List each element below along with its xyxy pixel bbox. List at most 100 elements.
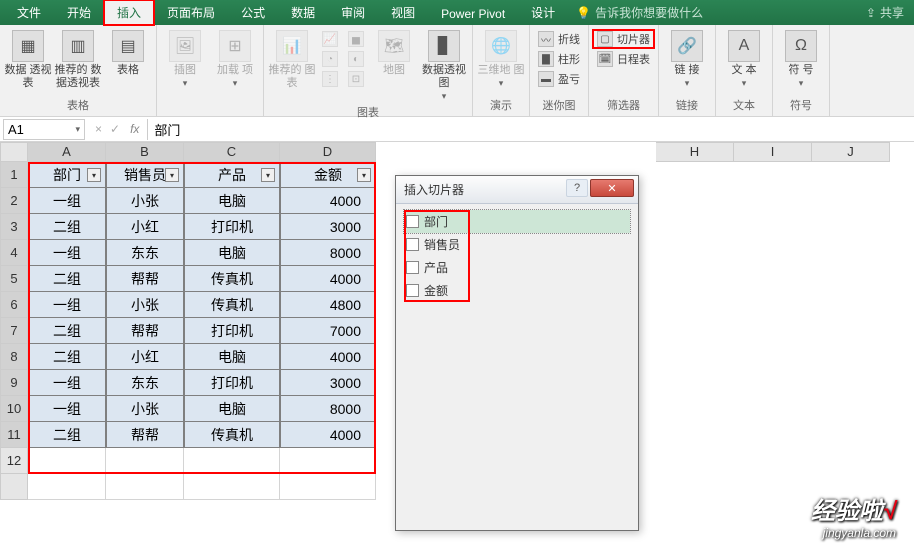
table-cell[interactable]: 8000 [280, 396, 376, 422]
tab-data[interactable]: 数据 [278, 0, 328, 25]
table-cell[interactable]: 帮帮 [106, 318, 184, 344]
table-cell[interactable]: 小红 [106, 344, 184, 370]
recommended-charts-button[interactable]: 📊推荐的 图表 [268, 30, 316, 90]
slicer-button[interactable]: ▢切片器 [593, 30, 654, 48]
col-header-J[interactable]: J [812, 142, 890, 162]
table-cell[interactable]: 电脑 [184, 344, 280, 370]
dialog-help-button[interactable]: ? [566, 179, 588, 197]
table-cell[interactable]: 4000 [280, 344, 376, 370]
row-header[interactable]: 3 [0, 214, 28, 240]
row-header[interactable]: 10 [0, 396, 28, 422]
table-cell[interactable]: 二组 [28, 344, 106, 370]
empty-cell[interactable] [106, 448, 184, 474]
empty-cell[interactable] [28, 448, 106, 474]
tab-powerpivot[interactable]: Power Pivot [428, 3, 518, 25]
tab-file[interactable]: 文件 [4, 0, 54, 25]
col-header-H[interactable]: H [656, 142, 734, 162]
tab-view[interactable]: 视图 [378, 0, 428, 25]
row-header[interactable] [0, 474, 28, 500]
pivotchart-button[interactable]: ▊数据透视图▾ [420, 30, 468, 102]
cancel-icon[interactable]: × [95, 122, 102, 136]
filter-dropdown-icon[interactable]: ▾ [87, 168, 101, 182]
table-cell[interactable]: 电脑 [184, 240, 280, 266]
table-cell[interactable]: 帮帮 [106, 422, 184, 448]
table-cell[interactable]: 8000 [280, 240, 376, 266]
checkbox[interactable] [406, 284, 419, 297]
tab-page-layout[interactable]: 页面布局 [154, 0, 228, 25]
sparkline-column[interactable]: ▇柱形 [534, 50, 584, 68]
table-cell[interactable]: 打印机 [184, 318, 280, 344]
pivottable-button[interactable]: ▦数据 透视表 [4, 30, 52, 90]
table-button[interactable]: ▤表格 [104, 30, 152, 77]
tab-design[interactable]: 设计 [518, 0, 568, 25]
table-cell[interactable]: 小张 [106, 188, 184, 214]
table-cell[interactable]: 3000 [280, 370, 376, 396]
filter-dropdown-icon[interactable]: ▾ [165, 168, 179, 182]
tell-me-search[interactable]: 💡告诉我你想要做什么 [568, 0, 711, 25]
row-header[interactable]: 4 [0, 240, 28, 266]
confirm-icon[interactable]: ✓ [110, 122, 120, 136]
dialog-close-button[interactable]: ✕ [590, 179, 634, 197]
table-cell[interactable]: 东东 [106, 240, 184, 266]
text-button[interactable]: A文 本▾ [720, 30, 768, 89]
empty-cell[interactable] [106, 474, 184, 500]
checkbox[interactable] [406, 238, 419, 251]
empty-cell[interactable] [184, 448, 280, 474]
table-header[interactable]: 金额▾ [280, 162, 376, 188]
empty-cell[interactable] [280, 474, 376, 500]
chart-type-2[interactable]: ◔ [318, 50, 342, 68]
col-header-A[interactable]: A [28, 142, 106, 162]
table-cell[interactable]: 东东 [106, 370, 184, 396]
table-cell[interactable]: 小红 [106, 214, 184, 240]
table-cell[interactable]: 小张 [106, 292, 184, 318]
symbol-button[interactable]: Ω符 号▾ [777, 30, 825, 89]
row-header[interactable]: 6 [0, 292, 28, 318]
empty-cell[interactable] [184, 474, 280, 500]
table-cell[interactable]: 电脑 [184, 188, 280, 214]
table-cell[interactable]: 一组 [28, 188, 106, 214]
table-cell[interactable]: 一组 [28, 292, 106, 318]
slicer-field-item[interactable]: 金额 [404, 279, 630, 302]
row-header[interactable]: 7 [0, 318, 28, 344]
table-cell[interactable]: 传真机 [184, 266, 280, 292]
table-cell[interactable]: 一组 [28, 396, 106, 422]
slicer-field-item[interactable]: 产品 [404, 256, 630, 279]
table-header[interactable]: 产品▾ [184, 162, 280, 188]
table-header[interactable]: 部门▾ [28, 162, 106, 188]
map-button[interactable]: 🗺地图 [370, 30, 418, 77]
tab-insert[interactable]: 插入 [104, 0, 154, 25]
checkbox[interactable] [406, 215, 419, 228]
tab-formulas[interactable]: 公式 [228, 0, 278, 25]
row-header[interactable]: 1 [0, 162, 28, 188]
table-cell[interactable]: 一组 [28, 240, 106, 266]
link-button[interactable]: 🔗链 接▾ [663, 30, 711, 89]
slicer-field-item[interactable]: 部门 [404, 210, 630, 233]
table-cell[interactable]: 打印机 [184, 214, 280, 240]
col-header-D[interactable]: D [280, 142, 376, 162]
empty-cell[interactable] [28, 474, 106, 500]
table-header[interactable]: 销售员▾ [106, 162, 184, 188]
chart-type-4[interactable]: ▅ [344, 30, 368, 48]
chart-type-5[interactable]: ◐ [344, 50, 368, 68]
timeline-button[interactable]: 🗓日程表 [593, 50, 654, 68]
table-cell[interactable]: 帮帮 [106, 266, 184, 292]
tab-home[interactable]: 开始 [54, 0, 104, 25]
table-cell[interactable]: 4000 [280, 188, 376, 214]
table-cell[interactable]: 小张 [106, 396, 184, 422]
table-cell[interactable]: 4000 [280, 422, 376, 448]
chart-type-1[interactable]: 📈 [318, 30, 342, 48]
table-cell[interactable]: 打印机 [184, 370, 280, 396]
row-header[interactable]: 8 [0, 344, 28, 370]
addins-button[interactable]: ⊞加载 项▾ [211, 30, 259, 89]
table-cell[interactable]: 传真机 [184, 422, 280, 448]
table-cell[interactable]: 7000 [280, 318, 376, 344]
row-header[interactable]: 5 [0, 266, 28, 292]
table-cell[interactable]: 二组 [28, 422, 106, 448]
table-cell[interactable]: 电脑 [184, 396, 280, 422]
filter-dropdown-icon[interactable]: ▾ [261, 168, 275, 182]
slicer-field-item[interactable]: 销售员 [404, 233, 630, 256]
table-cell[interactable]: 二组 [28, 214, 106, 240]
table-cell[interactable]: 传真机 [184, 292, 280, 318]
col-header-B[interactable]: B [106, 142, 184, 162]
pictures-button[interactable]: 🖼插图▾ [161, 30, 209, 89]
